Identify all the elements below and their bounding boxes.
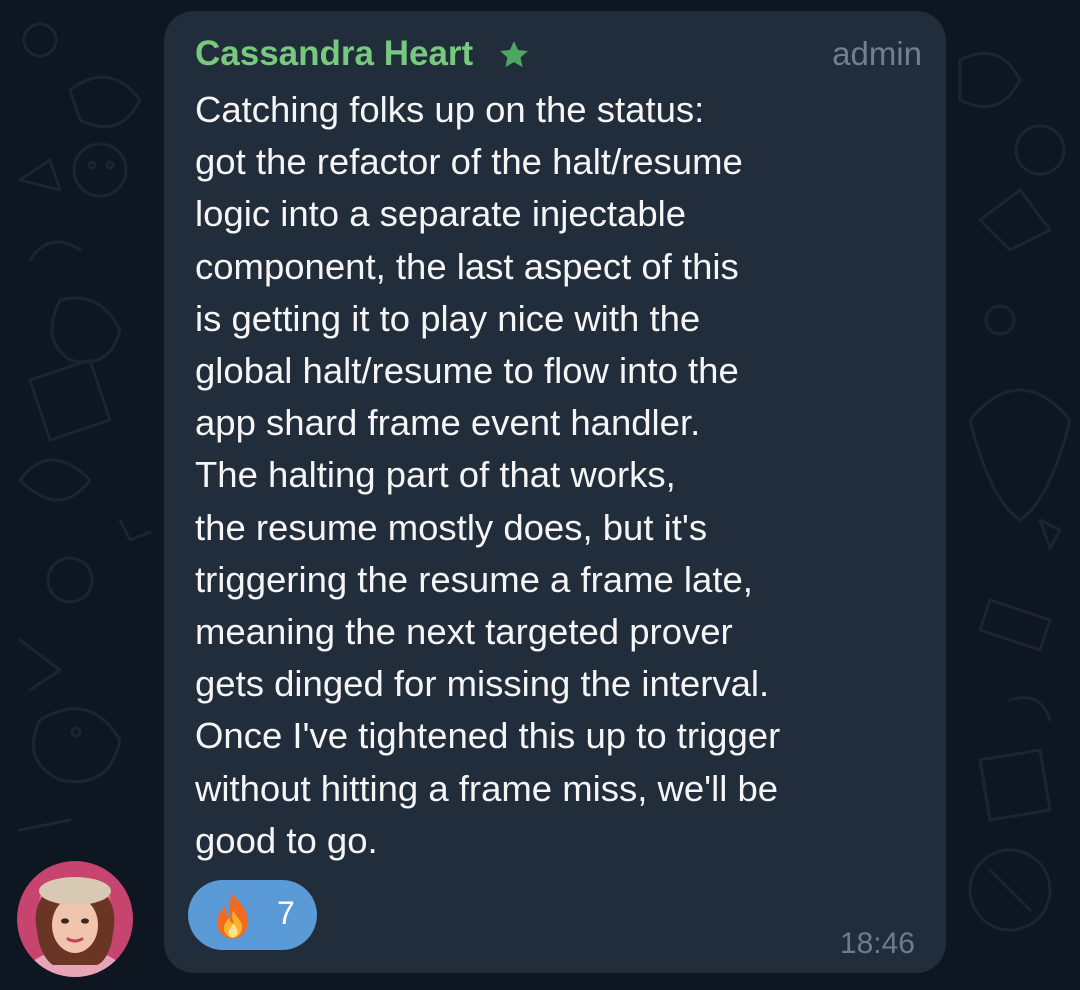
admin-label: admin xyxy=(832,35,922,72)
message-header: Cassandra Heart admin xyxy=(195,33,922,77)
avatar-image xyxy=(17,861,133,977)
message-bubble[interactable]: Cassandra Heart admin Catching folks up … xyxy=(164,11,946,973)
sender-name[interactable]: Cassandra Heart xyxy=(195,33,473,75)
message-text: Catching folks up on the status: got the… xyxy=(195,89,781,861)
fire-icon xyxy=(217,893,248,939)
reaction-button[interactable]: 7 xyxy=(188,880,317,950)
star-icon xyxy=(500,41,528,68)
reaction-count: 7 xyxy=(277,895,295,931)
avatar[interactable] xyxy=(17,861,133,977)
message-timestamp: 18:46 xyxy=(839,927,915,960)
